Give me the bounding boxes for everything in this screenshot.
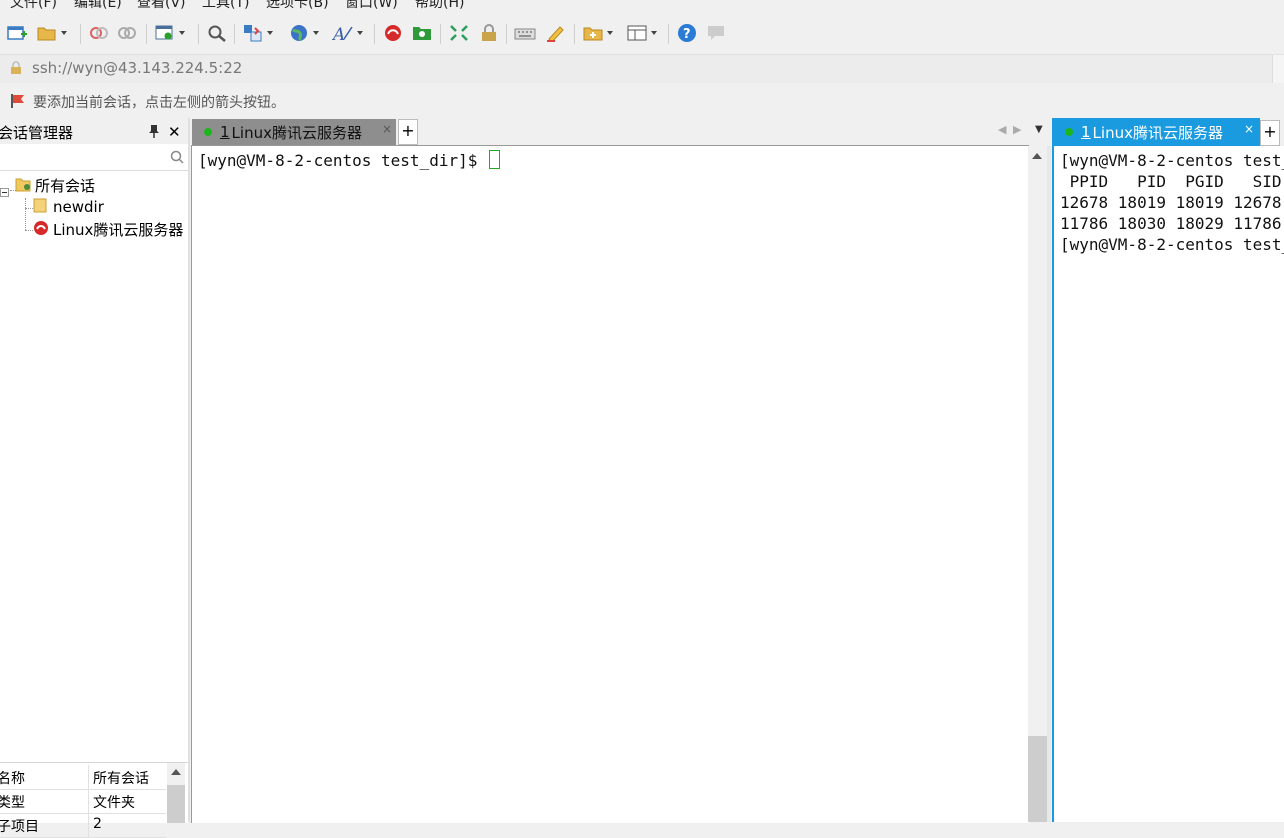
terminal-right[interactable]: [wyn@VM-8-2-centos test_dir]$ ps ajx | h… bbox=[1052, 146, 1284, 822]
xftp-icon[interactable] bbox=[411, 22, 433, 44]
tree-collapse-icon[interactable] bbox=[0, 186, 10, 202]
property-row: 子项目 2 bbox=[0, 813, 166, 838]
globe-icon[interactable] bbox=[288, 22, 319, 44]
tab-close-icon[interactable]: × bbox=[382, 122, 392, 136]
help-icon[interactable]: ? bbox=[676, 22, 698, 44]
chat-icon[interactable] bbox=[705, 22, 727, 44]
property-value: 2 bbox=[93, 816, 102, 832]
layout-icon[interactable] bbox=[626, 22, 657, 44]
property-key: 子项目 bbox=[0, 819, 39, 835]
reconnect-icon[interactable] bbox=[116, 22, 138, 44]
terminal-line: [wyn@VM-8-2-centos test_dir]$ ps ajx | h… bbox=[1060, 151, 1284, 170]
folder-icon bbox=[15, 176, 31, 196]
terminal-line: PPID PID PGID SID TTY TPGID STAT UID TIM… bbox=[1069, 172, 1282, 191]
tab-linux-server-right[interactable]: 1 Linux腾讯云服务器 × bbox=[1052, 118, 1260, 146]
address-scrollbar[interactable] bbox=[1272, 55, 1284, 83]
tab-number: 1 bbox=[1081, 123, 1091, 141]
lock-icon[interactable] bbox=[478, 22, 500, 44]
connected-dot-icon bbox=[204, 128, 212, 136]
session-search-input[interactable] bbox=[0, 146, 188, 171]
terminal-line: 12678 18019 18019 12678 pts/0 18019 S+ 1… bbox=[1060, 193, 1282, 212]
menu-view[interactable]: 查看(V) bbox=[137, 0, 186, 12]
lock-icon bbox=[10, 61, 22, 79]
tab-number: 1 bbox=[220, 123, 230, 141]
terminal-line: 11786 18030 18029 11786 pts/1 18029 S+ 1… bbox=[1060, 214, 1282, 233]
scroll-thumb[interactable] bbox=[1028, 736, 1047, 822]
tree-item-all-sessions[interactable]: 所有会话 bbox=[15, 175, 95, 196]
pin-icon[interactable] bbox=[148, 124, 160, 142]
menu-bar: 文件(F) 编辑(E) 查看(V) 工具(T) 选项卡(B) 窗口(W) 帮助(… bbox=[0, 0, 1284, 12]
menu-help[interactable]: 帮助(H) bbox=[415, 0, 464, 12]
tab-linux-server-left[interactable]: 1 Linux腾讯云服务器 × bbox=[192, 119, 396, 145]
close-icon[interactable]: ✕ bbox=[168, 123, 181, 141]
find-icon[interactable] bbox=[206, 22, 228, 44]
hint-text: 要添加当前会话，点击左侧的箭头按钮。 bbox=[33, 95, 285, 111]
tree-item-newdir[interactable]: newdir bbox=[33, 197, 104, 217]
tree-item-linux-server[interactable]: Linux腾讯云服务器 bbox=[33, 219, 183, 240]
session-manager-header: 会话管理器 ✕ bbox=[0, 118, 188, 144]
right-tab-bar: 1 Linux腾讯云服务器 × + bbox=[1052, 118, 1284, 146]
property-value: 文件夹 bbox=[93, 795, 135, 811]
property-row: 类型 文件夹 bbox=[0, 789, 166, 814]
add-tab-button[interactable]: + bbox=[398, 119, 418, 145]
open-folder-icon[interactable] bbox=[36, 22, 67, 44]
font-icon[interactable]: A bbox=[332, 22, 363, 44]
tab-list-dropdown-icon[interactable]: ▼ bbox=[1035, 124, 1043, 135]
session-manager-panel: 会话管理器 ✕ 所有会话 newdir Linux腾讯云服务器 名称 所有会话 … bbox=[0, 118, 188, 838]
tree-item-label: Linux腾讯云服务器 bbox=[53, 221, 184, 239]
terminal-prompt: [wyn@VM-8-2-centos test_dir]$ bbox=[198, 151, 487, 170]
xshell-icon[interactable] bbox=[382, 22, 404, 44]
tab-scroll-left-icon[interactable]: ◀ bbox=[998, 123, 1006, 136]
xshell-session-icon bbox=[33, 220, 49, 240]
terminal-cursor bbox=[488, 150, 500, 169]
property-row: 名称 所有会话 bbox=[0, 765, 166, 790]
menu-tools[interactable]: 工具(T) bbox=[202, 0, 249, 12]
menu-window[interactable]: 窗口(W) bbox=[345, 0, 398, 12]
tree-item-label: 所有会话 bbox=[35, 177, 96, 195]
connected-dot-icon bbox=[1065, 128, 1073, 136]
terminal-left[interactable]: [wyn@VM-8-2-centos test_dir]$ bbox=[191, 145, 1029, 823]
svg-text:A: A bbox=[332, 25, 345, 42]
add-session-arrow-icon[interactable] bbox=[10, 93, 26, 113]
tab-label: Linux腾讯云服务器 bbox=[1092, 123, 1223, 142]
left-tab-bar: 1 Linux腾讯云服务器 × + ◀ ▶ ▼ bbox=[190, 118, 1050, 146]
highlight-icon[interactable] bbox=[544, 22, 566, 44]
tab-label: Linux腾讯云服务器 bbox=[231, 123, 362, 142]
folder-icon bbox=[33, 197, 48, 217]
tree-item-label: newdir bbox=[53, 198, 104, 216]
tab-close-icon[interactable]: × bbox=[1244, 122, 1254, 136]
scroll-up-icon[interactable] bbox=[171, 769, 181, 775]
menu-file[interactable]: 文件(F) bbox=[10, 0, 57, 12]
property-key: 名称 bbox=[0, 771, 25, 787]
fullscreen-icon[interactable] bbox=[448, 22, 470, 44]
keyboard-icon[interactable] bbox=[514, 22, 536, 44]
svg-text:?: ? bbox=[683, 27, 691, 42]
session-properties-icon[interactable] bbox=[154, 22, 185, 44]
tab-scroll-right-icon[interactable]: ▶ bbox=[1013, 123, 1021, 136]
toolbar: A ? bbox=[0, 14, 1284, 54]
search-icon bbox=[170, 150, 184, 168]
add-tab-button[interactable]: + bbox=[1260, 120, 1280, 146]
new-session-icon[interactable] bbox=[6, 22, 28, 44]
menu-tabs[interactable]: 选项卡(B) bbox=[266, 0, 329, 12]
transfer-icon[interactable] bbox=[242, 22, 273, 44]
session-manager-title: 会话管理器 bbox=[0, 124, 74, 142]
scroll-up-icon[interactable] bbox=[1032, 153, 1042, 159]
properties-grid: 名称 所有会话 类型 文件夹 子项目 2 bbox=[0, 762, 188, 838]
address-bar[interactable]: ssh://wyn@43.143.224.5:22 bbox=[0, 54, 1284, 83]
menu-edit[interactable]: 编辑(E) bbox=[74, 0, 122, 12]
new-tab-group-icon[interactable] bbox=[582, 22, 613, 44]
address-text[interactable]: ssh://wyn@43.143.224.5:22 bbox=[32, 59, 242, 77]
property-value: 所有会话 bbox=[93, 771, 149, 787]
hint-bar: 要添加当前会话，点击左侧的箭头按钮。 bbox=[0, 88, 1284, 114]
property-key: 类型 bbox=[0, 795, 25, 811]
terminal-left-scrollbar[interactable] bbox=[1028, 146, 1047, 822]
terminal-line: [wyn@VM-8-2-centos test_dir]$ bbox=[198, 150, 500, 171]
properties-scrollbar[interactable] bbox=[167, 763, 185, 823]
disconnect-icon[interactable] bbox=[88, 22, 110, 44]
terminal-line: [wyn@VM-8-2-centos test_dir]$ bbox=[1060, 235, 1284, 254]
